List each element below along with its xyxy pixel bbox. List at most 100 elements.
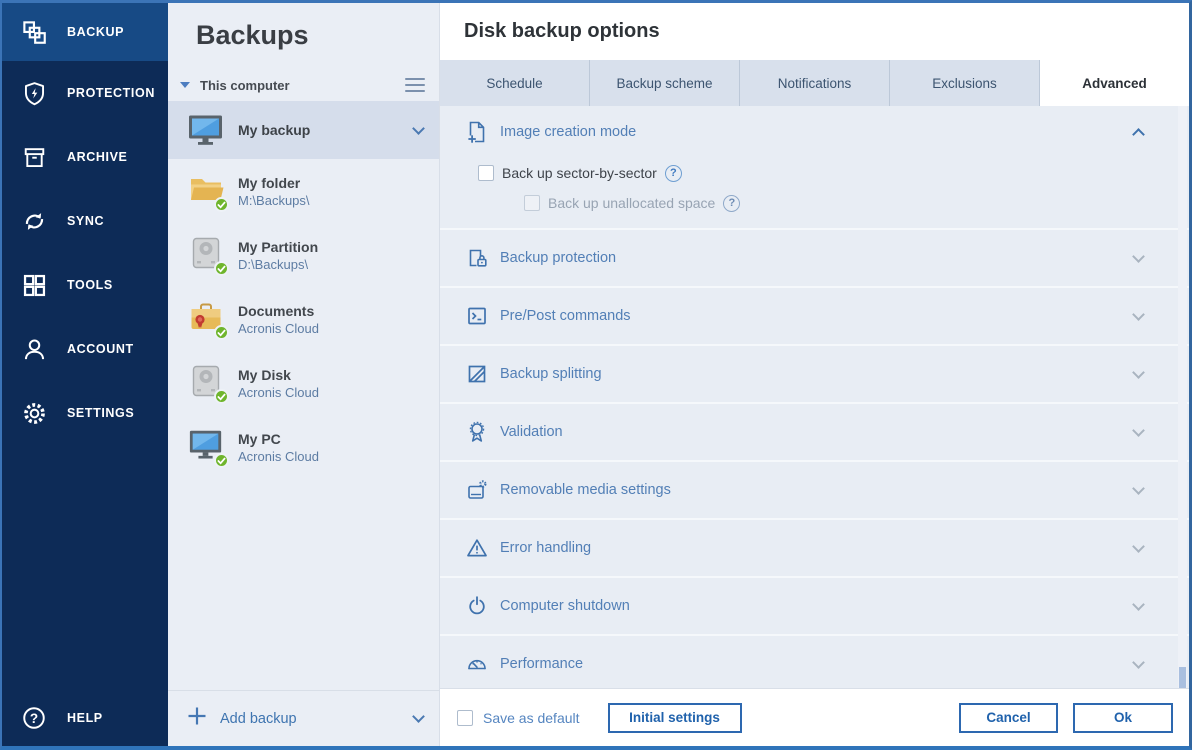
sidebar-item-label: TOOLS xyxy=(67,278,113,292)
chevron-down-icon[interactable] xyxy=(412,710,425,723)
backup-name: Documents xyxy=(238,302,319,320)
backup-location: M:\Backups\ xyxy=(238,192,310,209)
section-label: Removable media settings xyxy=(500,482,1134,498)
archive-icon xyxy=(19,142,49,172)
section-header-performance[interactable]: Performance xyxy=(440,634,1189,688)
chevron-down-icon[interactable] xyxy=(1132,308,1145,321)
tools-icon xyxy=(19,270,49,300)
section-label: Image creation mode xyxy=(500,124,1134,140)
unallocated-space-checkbox[interactable] xyxy=(524,195,540,211)
add-backup-label: Add backup xyxy=(220,711,414,727)
backups-panel: Backups This computer My backup xyxy=(168,3,440,746)
page-plus-icon xyxy=(464,120,490,144)
backup-item-my-backup[interactable]: My backup xyxy=(168,101,439,159)
collapse-triangle-icon[interactable] xyxy=(180,82,190,88)
chevron-down-icon[interactable] xyxy=(1132,366,1145,379)
panel-title: Backups xyxy=(168,3,439,69)
sidebar-spacer xyxy=(2,445,168,690)
warning-triangle-icon xyxy=(464,536,490,560)
chevron-down-icon[interactable] xyxy=(1132,424,1145,437)
ok-button[interactable]: Ok xyxy=(1073,703,1173,733)
chevron-down-icon[interactable] xyxy=(1132,482,1145,495)
checkbox-label: Back up unallocated space xyxy=(548,195,715,211)
save-as-default-checkbox[interactable] xyxy=(457,710,473,726)
tab-schedule[interactable]: Schedule xyxy=(440,60,590,106)
sidebar-item-help[interactable]: ? HELP xyxy=(2,690,168,746)
tab-notifications[interactable]: Notifications xyxy=(740,60,890,106)
cancel-button[interactable]: Cancel xyxy=(959,703,1058,733)
settings-icon xyxy=(19,398,49,428)
save-as-default-label: Save as default xyxy=(483,710,580,726)
chevron-down-icon[interactable] xyxy=(412,122,425,135)
main-area: Disk backup options Schedule Backup sche… xyxy=(440,3,1189,746)
backup-name: My backup xyxy=(238,122,414,138)
backup-location: D:\Backups\ xyxy=(238,256,318,273)
status-ok-icon xyxy=(214,453,229,468)
backup-name: My Partition xyxy=(238,238,318,256)
status-ok-icon xyxy=(214,325,229,340)
status-ok-icon xyxy=(214,389,229,404)
section-image-creation-mode: Image creation mode Back up sector-by-se… xyxy=(440,106,1189,228)
section-label: Pre/Post commands xyxy=(500,308,1134,324)
tab-advanced[interactable]: Advanced xyxy=(1040,60,1189,106)
backup-item-documents[interactable]: Documents Acronis Cloud xyxy=(168,287,439,351)
sidebar-item-backup[interactable]: BACKUP xyxy=(2,3,168,61)
page-lock-icon xyxy=(464,246,490,270)
chevron-down-icon[interactable] xyxy=(1132,598,1145,611)
section-header-image-creation-mode[interactable]: Image creation mode xyxy=(440,106,1189,158)
sidebar-item-settings[interactable]: SETTINGS xyxy=(2,381,168,445)
backup-item-my-partition[interactable]: My Partition D:\Backups\ xyxy=(168,223,439,287)
section-label: Backup splitting xyxy=(500,366,1134,382)
add-backup-button[interactable]: Add backup xyxy=(168,690,439,746)
scrollbar-thumb[interactable] xyxy=(1179,667,1186,688)
backup-location: Acronis Cloud xyxy=(238,448,319,465)
backup-item-my-disk[interactable]: My Disk Acronis Cloud xyxy=(168,351,439,415)
section-header-computer-shutdown[interactable]: Computer shutdown xyxy=(440,576,1189,634)
sidebar-item-archive[interactable]: ARCHIVE xyxy=(2,125,168,189)
computer-icon xyxy=(186,111,226,149)
svg-text:?: ? xyxy=(30,711,38,726)
backup-item-my-folder[interactable]: My folder M:\Backups\ xyxy=(168,159,439,223)
section-label: Error handling xyxy=(500,540,1134,556)
sidebar-item-protection[interactable]: PROTECTION xyxy=(2,61,168,125)
chevron-down-icon[interactable] xyxy=(1132,656,1145,669)
sector-by-sector-checkbox[interactable] xyxy=(478,165,494,181)
section-header-removable-media-settings[interactable]: Removable media settings xyxy=(440,460,1189,518)
backup-name: My PC xyxy=(238,430,319,448)
section-header-backup-splitting[interactable]: Backup splitting xyxy=(440,344,1189,402)
sidebar-item-label: ACCOUNT xyxy=(67,342,134,356)
split-square-icon xyxy=(464,362,490,386)
power-icon xyxy=(464,594,490,618)
initial-settings-button[interactable]: Initial settings xyxy=(608,703,742,733)
section-header-backup-protection[interactable]: Backup protection xyxy=(440,228,1189,286)
account-icon xyxy=(19,334,49,364)
help-question-icon[interactable]: ? xyxy=(723,195,740,212)
sidebar-item-label: SYNC xyxy=(67,214,104,228)
chevron-down-icon[interactable] xyxy=(1132,250,1145,263)
chevron-up-icon[interactable] xyxy=(1132,128,1145,141)
section-header-validation[interactable]: Validation xyxy=(440,402,1189,460)
tab-exclusions[interactable]: Exclusions xyxy=(890,60,1040,106)
status-ok-icon xyxy=(214,197,229,212)
backup-group-this-computer[interactable]: This computer xyxy=(168,69,439,101)
backup-item-my-pc[interactable]: My PC Acronis Cloud xyxy=(168,415,439,479)
main-header: Disk backup options xyxy=(440,3,1189,60)
group-label: This computer xyxy=(200,78,405,93)
sidebar-item-label: HELP xyxy=(67,711,103,725)
chevron-down-icon[interactable] xyxy=(1132,540,1145,553)
page-title: Disk backup options xyxy=(464,20,660,43)
option-unallocated-space: Back up unallocated space ? xyxy=(440,188,1189,218)
section-header-error-handling[interactable]: Error handling xyxy=(440,518,1189,576)
sidebar-item-account[interactable]: ACCOUNT xyxy=(2,317,168,381)
sidebar-item-tools[interactable]: TOOLS xyxy=(2,253,168,317)
sidebar-item-sync[interactable]: SYNC xyxy=(2,189,168,253)
app-window: BACKUP PROTECTION ARCHIVE xyxy=(0,0,1192,750)
menu-icon[interactable] xyxy=(405,78,425,92)
tab-backup-scheme[interactable]: Backup scheme xyxy=(590,60,740,106)
section-label: Performance xyxy=(500,656,1134,672)
help-question-icon[interactable]: ? xyxy=(665,165,682,182)
section-header-pre-post-commands[interactable]: Pre/Post commands xyxy=(440,286,1189,344)
protection-icon xyxy=(19,78,49,108)
vertical-scrollbar[interactable] xyxy=(1178,106,1187,688)
section-label: Backup protection xyxy=(500,250,1134,266)
